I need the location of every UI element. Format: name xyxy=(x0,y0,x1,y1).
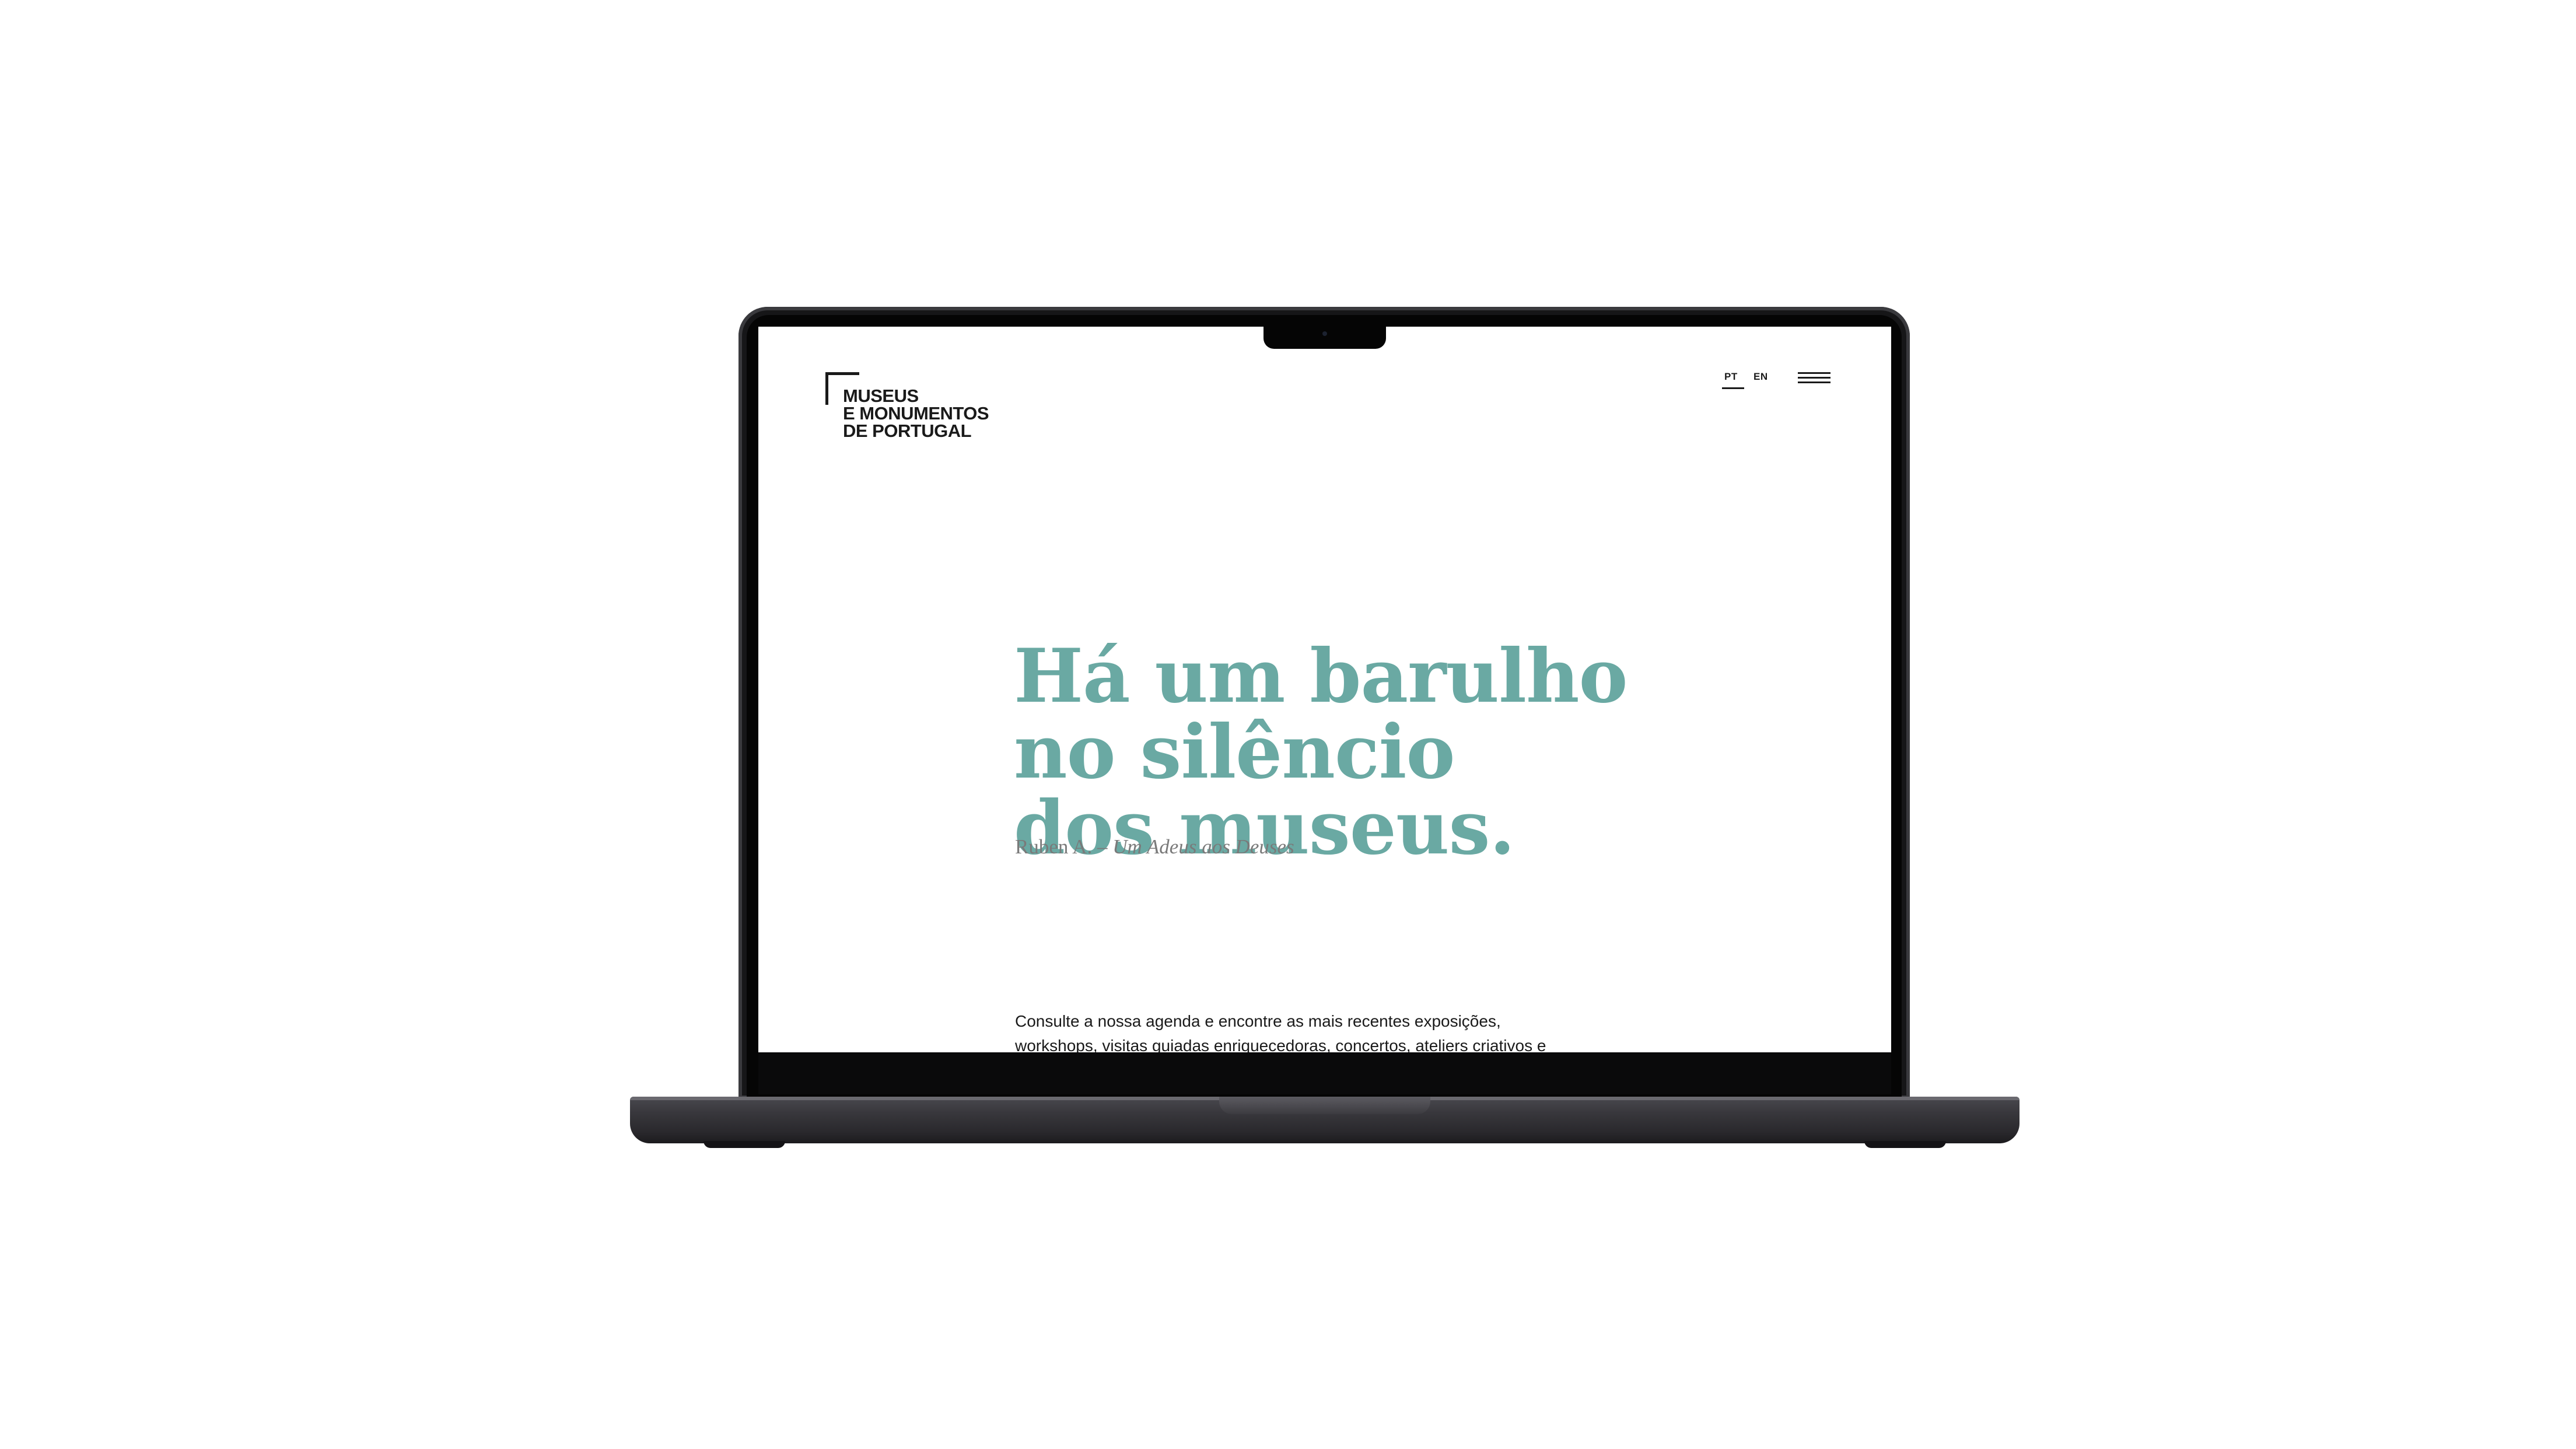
active-language-indicator xyxy=(1722,387,1744,389)
quote-author: Ruben A. – xyxy=(1015,835,1113,858)
screen-bottom-bezel xyxy=(758,1052,1891,1094)
camera-icon xyxy=(1322,331,1327,336)
logo-line-1: MUSEUS xyxy=(843,386,919,406)
language-pt-link[interactable]: PT xyxy=(1724,371,1738,383)
hamburger-menu-icon[interactable] xyxy=(1798,372,1831,384)
quote-attribution: Ruben A. – Um Adeus aos Deuses xyxy=(1015,835,1294,859)
language-en-link[interactable]: EN xyxy=(1754,371,1768,383)
hero-line-1: Há um barulho xyxy=(1014,633,1628,720)
hero-headline: Há um barulho no silêncio dos museus. xyxy=(1014,638,1714,866)
logo-line-3: DE PORTUGAL xyxy=(843,421,972,441)
logo-line-2: E MONUMENTOS xyxy=(843,403,989,424)
site-logo[interactable]: MUSEUS E MONUMENTOS DE PORTUGAL xyxy=(825,372,1024,445)
laptop-foot-left xyxy=(704,1141,785,1148)
camera-notch xyxy=(1264,327,1386,349)
laptop-foot-right xyxy=(1864,1141,1946,1148)
hero-line-2: no silêncio xyxy=(1014,709,1455,796)
quote-work-title: Um Adeus aos Deuses xyxy=(1112,835,1294,858)
logo-wordmark: MUSEUS E MONUMENTOS DE PORTUGAL xyxy=(843,387,989,440)
laptop-opening-notch xyxy=(1219,1097,1430,1114)
browser-viewport: MUSEUS E MONUMENTOS DE PORTUGAL PT EN Há… xyxy=(758,327,1891,1052)
intro-paragraph: Consulte a nossa agenda e encontre as ma… xyxy=(1015,1012,1546,1052)
